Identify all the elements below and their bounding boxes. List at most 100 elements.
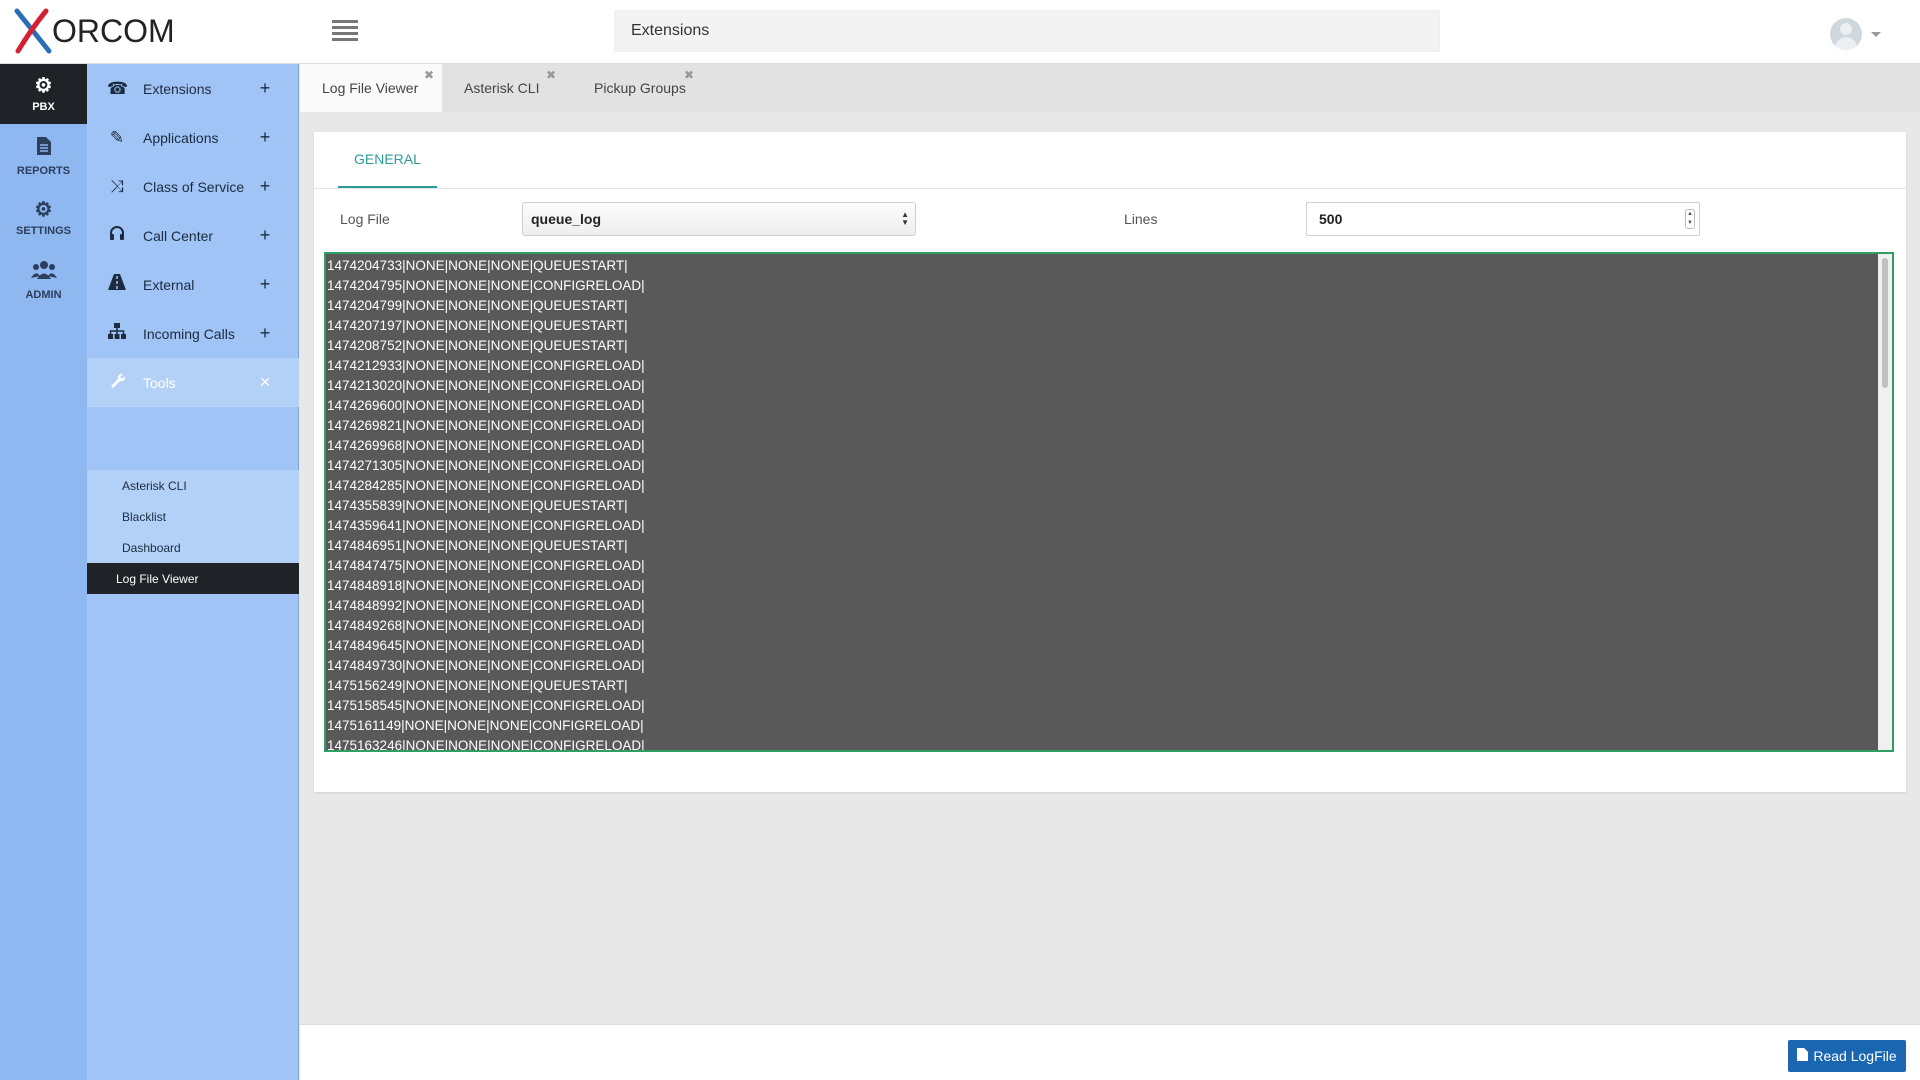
collapse-icon[interactable]: × [257,372,273,393]
read-logfile-label: Read LogFile [1813,1048,1897,1064]
log-line: 1474846951|NONE|NONE|NONE|QUEUESTART| [327,538,628,553]
log-scrollbar[interactable] [1878,254,1892,750]
rail-item-pbx[interactable]: ⚙ PBX [0,64,87,124]
header-search-field[interactable]: Extensions [614,10,1440,52]
xorcom-logo[interactable]: ORCOM [14,8,175,54]
log-line: 1474359641|NONE|NONE|NONE|CONFIGRELOAD| [327,518,645,533]
tab-label: Pickup Groups [594,80,686,96]
spinner-icon[interactable]: ▲ ▼ [1685,209,1695,229]
read-logfile-button[interactable]: Read LogFile [1788,1040,1906,1072]
gear-icon: ⚙ [34,75,53,97]
submenu-item-asterisk-cli[interactable]: Asterisk CLI [87,470,299,501]
expand-icon[interactable]: + [257,225,273,246]
log-line: 1474849645|NONE|NONE|NONE|CONFIGRELOAD| [327,638,645,653]
sidebar-item-label: Class of Service [143,178,245,195]
log-line: 1474271305|NONE|NONE|NONE|CONFIGRELOAD| [327,458,645,473]
rail-label: PBX [32,101,55,113]
rail-label: SETTINGS [15,225,71,237]
rail-label: ADMIN [25,288,62,301]
log-viewer-panel: GENERAL Log File queue_log ▲ ▼ Lines 500 … [314,132,1906,792]
rail-item-admin[interactable]: ADMIN [0,250,87,310]
sidebar-item-label: Incoming Calls [143,325,235,342]
log-line: 1474204795|NONE|NONE|NONE|CONFIGRELOAD| [327,278,645,293]
tab-pickup-groups[interactable]: Pickup Groups [572,64,724,112]
log-line: 1474212933|NONE|NONE|NONE|CONFIGRELOAD| [327,358,645,373]
road-icon [107,274,127,295]
sidebar-item-label: Call Center [143,227,214,244]
tools-submenu: Asterisk CLI Blacklist Dashboard Log Fil… [87,470,299,594]
log-file-select[interactable]: queue_log ▲ ▼ [522,202,916,236]
tab-label: Asterisk CLI [464,80,540,96]
lines-value: 500 [1319,211,1343,227]
user-avatar[interactable] [1830,18,1862,50]
lines-input[interactable]: 500 ▲ ▼ [1306,202,1700,236]
sidebar-item-tools[interactable]: Tools × [87,358,299,407]
module-rail: ⚙ PBX REPORTS ⚙ SETTINGS ADMIN [0,64,87,1080]
log-line: 1474269968|NONE|NONE|NONE|CONFIGRELOAD| [327,438,645,453]
tab-label: Log File Viewer [322,80,419,96]
sitemap-icon [107,323,127,344]
log-line: 1474848918|NONE|NONE|NONE|CONFIGRELOAD| [327,578,645,593]
sidebar-item-label: Tools [143,374,176,391]
tab-log-file-viewer[interactable]: Log File Viewer [300,64,442,112]
log-line: 1475158545|NONE|NONE|NONE|CONFIGRELOAD| [327,698,645,713]
rail-item-settings[interactable]: ⚙ SETTINGS [0,188,87,248]
footer-bar: Read LogFile [300,1024,1920,1080]
submenu-item-dashboard[interactable]: Dashboard [87,532,299,563]
expand-icon[interactable]: + [257,176,273,197]
open-tabs-bar: Log File Viewer ✖ Asterisk CLI ✖ Pickup … [300,64,1920,112]
log-line: 1474849268|NONE|NONE|NONE|CONFIGRELOAD| [327,618,645,633]
scrollbar-thumb[interactable] [1882,258,1888,388]
log-line: 1474284285|NONE|NONE|NONE|CONFIGRELOAD| [327,478,645,493]
log-line: 1474269600|NONE|NONE|NONE|CONFIGRELOAD| [327,398,645,413]
sidebar-item-class-of-service[interactable]: ⤨ Class of Service + [87,162,299,211]
expand-icon[interactable]: + [257,323,273,344]
file-icon [1797,1048,1809,1064]
log-line: 1474848992|NONE|NONE|NONE|CONFIGRELOAD| [327,598,645,613]
rail-item-reports[interactable]: REPORTS [0,126,87,186]
sidebar-item-external[interactable]: External + [87,260,299,309]
rail-label: REPORTS [16,164,71,177]
expand-icon[interactable]: + [257,127,273,148]
log-line: 1474213020|NONE|NONE|NONE|CONFIGRELOAD| [327,378,645,393]
log-line: 1474204799|NONE|NONE|NONE|QUEUESTART| [327,298,628,313]
sidebar-item-label: External [143,276,195,293]
log-line: 1475156249|NONE|NONE|NONE|QUEUESTART| [327,678,628,693]
submenu-item-blacklist[interactable]: Blacklist [87,501,299,532]
log-line: 1474207197|NONE|NONE|NONE|QUEUESTART| [327,318,628,333]
close-icon[interactable]: ✖ [424,68,434,82]
divider [314,188,1906,189]
headset-icon [107,225,127,246]
log-line: 1474269821|NONE|NONE|NONE|CONFIGRELOAD| [327,418,645,433]
file-icon [36,136,52,161]
log-line: 1474208752|NONE|NONE|NONE|QUEUESTART| [327,338,628,353]
sidebar-item-incoming-calls[interactable]: Incoming Calls + [87,309,299,358]
wrench-icon [107,372,127,393]
close-icon[interactable]: ✖ [684,68,694,82]
log-line: 1474849730|NONE|NONE|NONE|CONFIGRELOAD| [327,658,645,673]
chevron-down-icon[interactable] [1871,32,1881,37]
gears-icon: ⚙ [34,199,53,221]
expand-icon[interactable]: + [257,78,273,99]
top-header: ORCOM Extensions [0,0,1920,64]
sidebar-item-label: Applications [143,129,219,146]
edit-icon: ✎ [109,127,125,147]
close-icon[interactable]: ✖ [546,68,556,82]
list-icon[interactable] [332,20,358,42]
tab-general[interactable]: GENERAL [338,132,437,188]
log-line: 1474847475|NONE|NONE|NONE|CONFIGRELOAD| [327,558,645,573]
sidebar-item-label: Extensions [143,80,212,97]
submenu-item-log-file-viewer[interactable]: Log File Viewer [87,563,299,594]
log-line: 1474355839|NONE|NONE|NONE|QUEUESTART| [327,498,628,513]
log-line: 1474204733|NONE|NONE|NONE|QUEUESTART| [327,258,628,273]
expand-icon[interactable]: + [257,274,273,295]
pbx-sidebar: ☎ Extensions + ✎ Applications + ⤨ Class … [87,64,299,1080]
sidebar-item-extensions[interactable]: ☎ Extensions + [87,64,299,113]
users-icon [30,260,57,285]
select-arrows-icon: ▲ ▼ [901,210,909,227]
sidebar-item-call-center[interactable]: Call Center + [87,211,299,260]
sidebar-item-applications[interactable]: ✎ Applications + [87,113,299,162]
brand-name: ORCOM [52,12,175,49]
log-file-label: Log File [340,211,390,227]
log-output-area[interactable]: 1474204733|NONE|NONE|NONE|QUEUESTART| 147… [324,252,1894,752]
